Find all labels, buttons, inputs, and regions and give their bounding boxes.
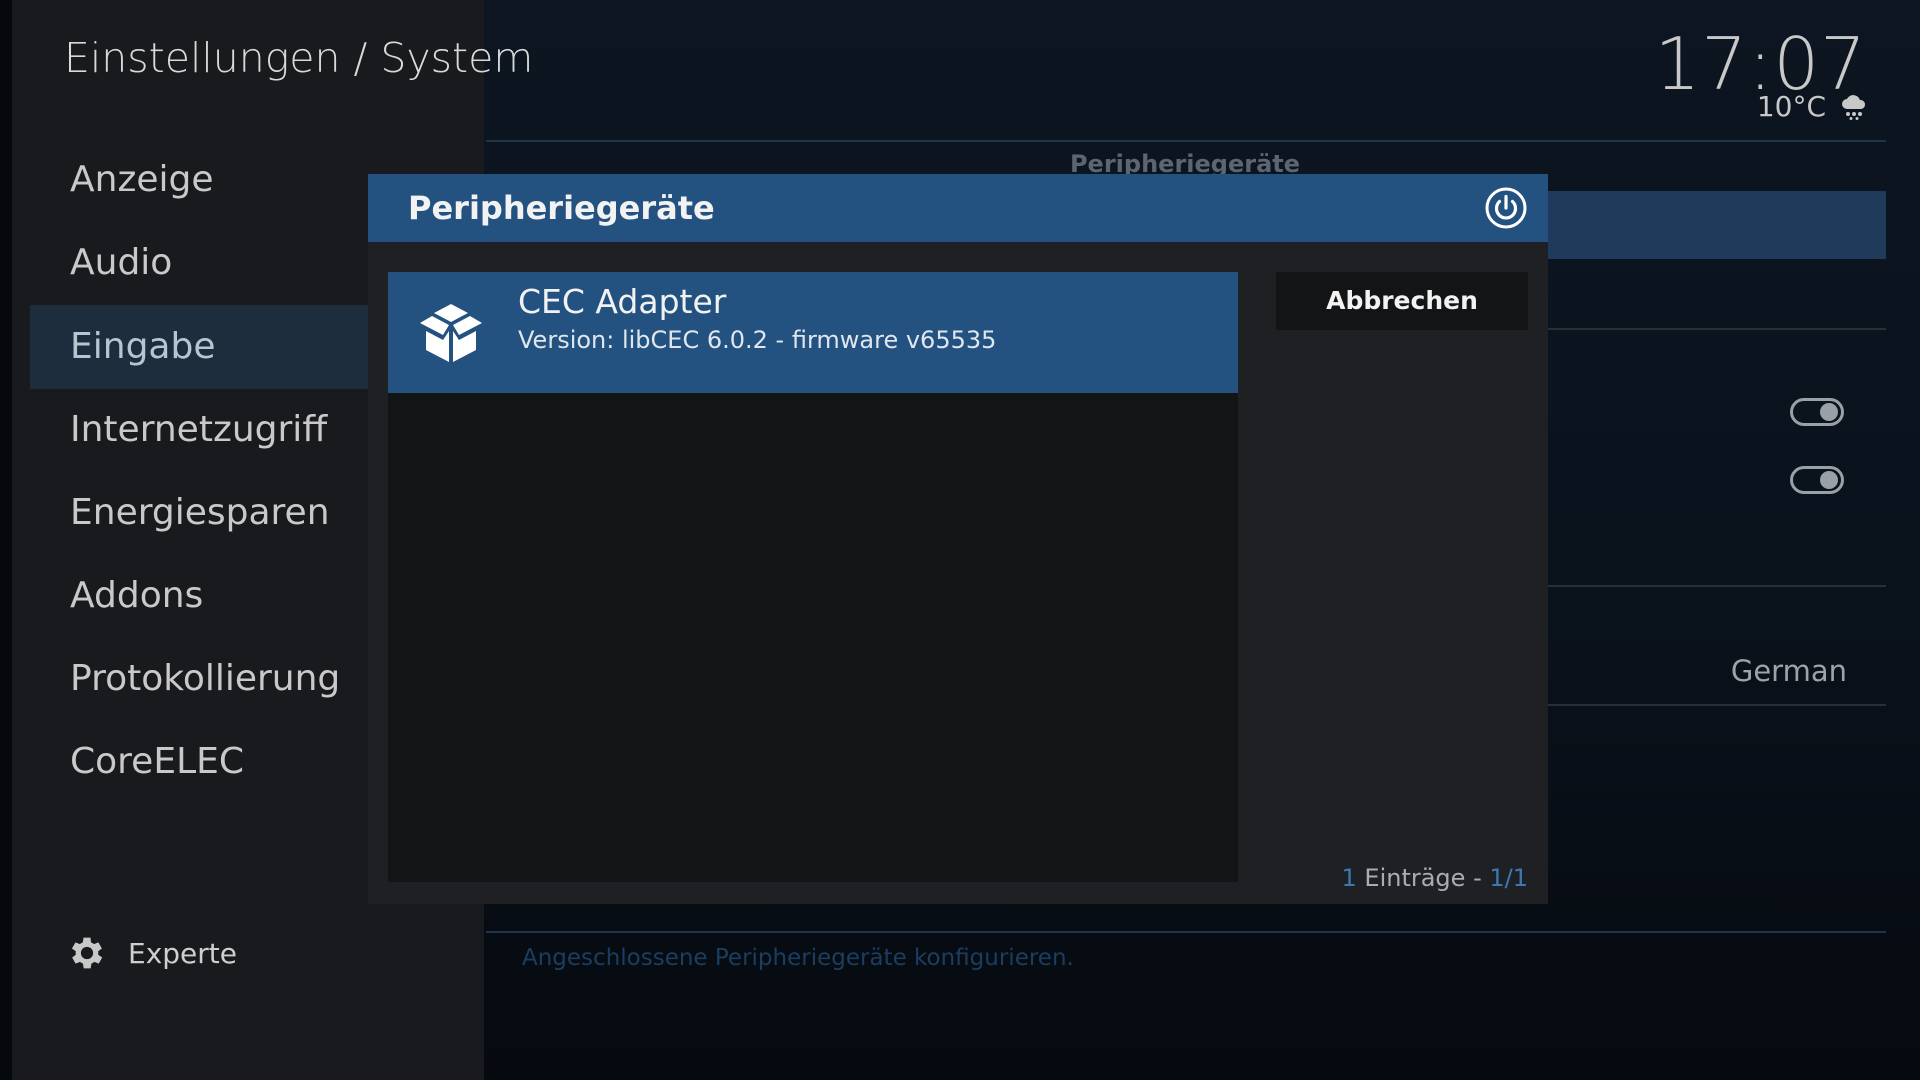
language-value[interactable]: German bbox=[1731, 654, 1847, 688]
device-name: CEC Adapter bbox=[518, 282, 727, 321]
gear-icon bbox=[71, 937, 103, 969]
background-selected-row bbox=[1548, 191, 1886, 259]
peripherals-list: CEC Adapter Version: libCEC 6.0.2 - firm… bbox=[388, 272, 1238, 882]
divider bbox=[486, 931, 1886, 933]
toggle-switch[interactable] bbox=[1790, 466, 1844, 494]
sidebar-item-internetzugriff[interactable]: Internetzugriff bbox=[30, 388, 370, 472]
entries-text: Einträge - bbox=[1364, 864, 1482, 892]
sidebar-item-anzeige[interactable]: Anzeige bbox=[30, 138, 370, 222]
sidebar-item-coreelec[interactable]: CoreELEC bbox=[30, 720, 370, 804]
settings-level-label: Experte bbox=[128, 936, 237, 970]
temperature: 10°C bbox=[1756, 90, 1826, 123]
sidebar-item-addons[interactable]: Addons bbox=[30, 554, 370, 638]
sidebar-item-protokollierung[interactable]: Protokollierung bbox=[30, 637, 370, 721]
power-icon[interactable] bbox=[1484, 186, 1528, 230]
sidebar-item-eingabe[interactable]: Eingabe bbox=[30, 305, 370, 389]
peripherals-dialog: Peripheriegeräte CEC Adapter Version: li… bbox=[368, 174, 1548, 904]
open-box-icon bbox=[420, 304, 482, 362]
entries-counter: 1 Einträge - 1/1 bbox=[1341, 864, 1528, 892]
divider bbox=[1548, 704, 1886, 706]
cancel-button[interactable]: Abbrechen bbox=[1276, 272, 1528, 330]
device-version: Version: libCEC 6.0.2 - firmware v65535 bbox=[518, 326, 997, 354]
setting-description: Angeschlossene Peripheriegeräte konfigur… bbox=[522, 945, 1074, 971]
weather: 10°C bbox=[1757, 90, 1868, 123]
settings-level-button[interactable]: Experte bbox=[66, 928, 237, 978]
entries-count: 1 bbox=[1341, 864, 1357, 892]
page-title: Einstellungen / System bbox=[64, 34, 534, 82]
sidebar-item-energiesparen[interactable]: Energiesparen bbox=[30, 471, 370, 555]
cloud-snow-icon bbox=[1842, 94, 1866, 120]
sidebar-item-audio[interactable]: Audio bbox=[30, 221, 370, 305]
divider bbox=[486, 140, 1886, 142]
entries-page: 1/1 bbox=[1489, 864, 1528, 892]
dialog-title: Peripheriegeräte bbox=[408, 189, 715, 227]
dialog-header: Peripheriegeräte bbox=[368, 174, 1548, 242]
divider bbox=[1548, 328, 1886, 330]
divider bbox=[1548, 585, 1886, 587]
toggle-switch[interactable] bbox=[1790, 398, 1844, 426]
list-item[interactable]: CEC Adapter Version: libCEC 6.0.2 - firm… bbox=[388, 272, 1238, 393]
